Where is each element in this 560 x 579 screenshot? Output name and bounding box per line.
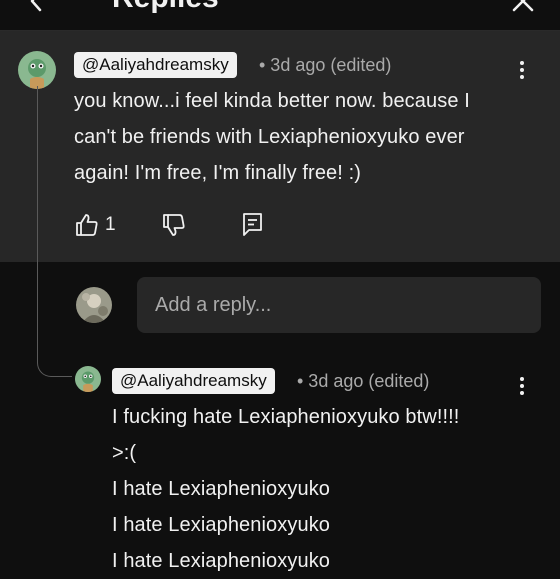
comment-author-handle[interactable]: @Aaliyahdreamsky [74, 52, 237, 78]
chevron-left-icon[interactable] [22, 0, 52, 16]
top-bar: Replies [0, 0, 560, 30]
current-user-avatar [76, 287, 112, 323]
dislike-icon[interactable] [161, 212, 187, 238]
avatar-image [18, 51, 56, 89]
reply-line: I fucking hate Lexiaphenioxyuko btw!!!! [112, 406, 460, 428]
page-title: Replies [112, 0, 219, 13]
thread-connector [37, 86, 72, 377]
reply-text: I fucking hate Lexiaphenioxyuko btw!!!! … [112, 399, 459, 579]
reply-line: I hate Lexiaphenioxyuko [112, 550, 331, 572]
more-vertical-icon[interactable] [512, 373, 532, 399]
comment-line: you know...i feel kinda better now. beca… [74, 90, 470, 112]
reply-author-handle[interactable]: @Aaliyahdreamsky [112, 368, 275, 394]
reply-avatar-image [75, 366, 101, 392]
reply-icon[interactable] [240, 211, 266, 237]
like-count: 1 [105, 214, 116, 235]
reply-line: I hate Lexiaphenioxyuko [112, 514, 331, 536]
add-reply-input[interactable] [137, 277, 541, 333]
comment-text: you know...i feel kinda better now. beca… [74, 83, 470, 191]
close-icon[interactable] [508, 0, 538, 16]
more-vertical-icon[interactable] [512, 57, 532, 83]
avatar[interactable] [18, 51, 56, 89]
like-icon[interactable] [74, 212, 100, 238]
comment-line: can't be friends with Lexiaphenioxyuko e… [74, 126, 465, 148]
comment-timestamp: • 3d ago (edited) [259, 55, 392, 75]
reply-line: I hate Lexiaphenioxyuko [112, 478, 331, 500]
comment-line: again! I'm free, I'm finally free! :) [74, 162, 361, 184]
reply-avatar[interactable] [75, 366, 101, 392]
current-user-avatar-image [76, 287, 112, 323]
reply-line: >:( [112, 442, 137, 464]
reply-timestamp: • 3d ago (edited) [297, 371, 430, 391]
